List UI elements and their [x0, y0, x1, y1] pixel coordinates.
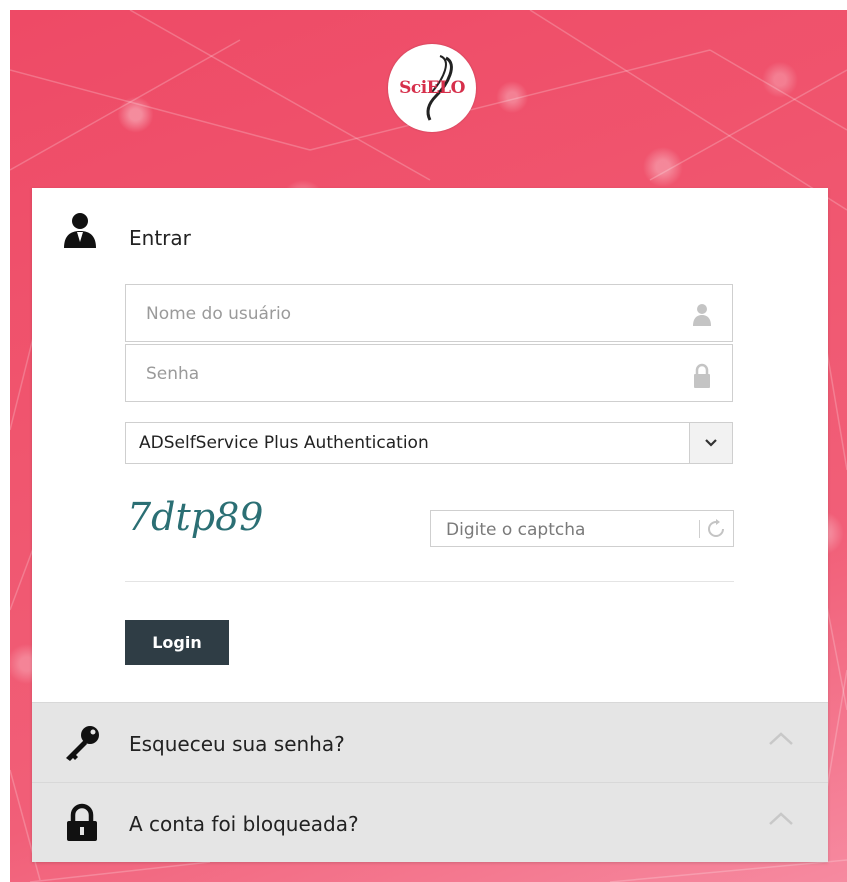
login-section-header: Entrar: [32, 188, 828, 288]
captcha-text: 7dtp89: [127, 495, 263, 539]
lock-icon: [67, 803, 97, 841]
chevron-down-icon: [705, 439, 717, 447]
auth-method-select[interactable]: ADSelfService Plus Authentication: [125, 422, 733, 464]
forgot-password-label: Esqueceu sua senha?: [129, 732, 345, 756]
login-heading: Entrar: [129, 226, 191, 250]
scielo-logo: SciELO: [388, 44, 476, 132]
username-input[interactable]: [144, 299, 668, 329]
captcha-separator: [699, 520, 700, 538]
captcha-input[interactable]: [444, 517, 688, 543]
username-field[interactable]: [125, 284, 733, 342]
captcha-field[interactable]: [430, 510, 734, 547]
form-divider: [125, 581, 734, 582]
auth-method-selected: ADSelfService Plus Authentication: [139, 433, 429, 453]
select-toggle[interactable]: [689, 423, 732, 463]
password-input[interactable]: [144, 359, 668, 389]
captcha-image: 7dtp89: [127, 495, 263, 539]
logo-text: SciELO: [399, 78, 465, 98]
account-locked-label: A conta foi bloqueada?: [129, 812, 359, 836]
forgot-password-accordion[interactable]: Esqueceu sua senha?: [32, 702, 828, 782]
user-icon: [693, 304, 711, 326]
key-icon: [66, 726, 99, 761]
login-button[interactable]: Login: [125, 620, 229, 665]
chevron-up-icon[interactable]: [768, 811, 794, 827]
chevron-up-icon[interactable]: [768, 731, 794, 747]
user-icon: [64, 213, 96, 248]
lock-icon: [694, 363, 710, 388]
account-locked-accordion[interactable]: A conta foi bloqueada?: [32, 782, 828, 862]
refresh-icon[interactable]: [707, 519, 725, 539]
login-card: Entrar ADSelfService Plus Authentication…: [32, 188, 828, 862]
password-field[interactable]: [125, 344, 733, 402]
